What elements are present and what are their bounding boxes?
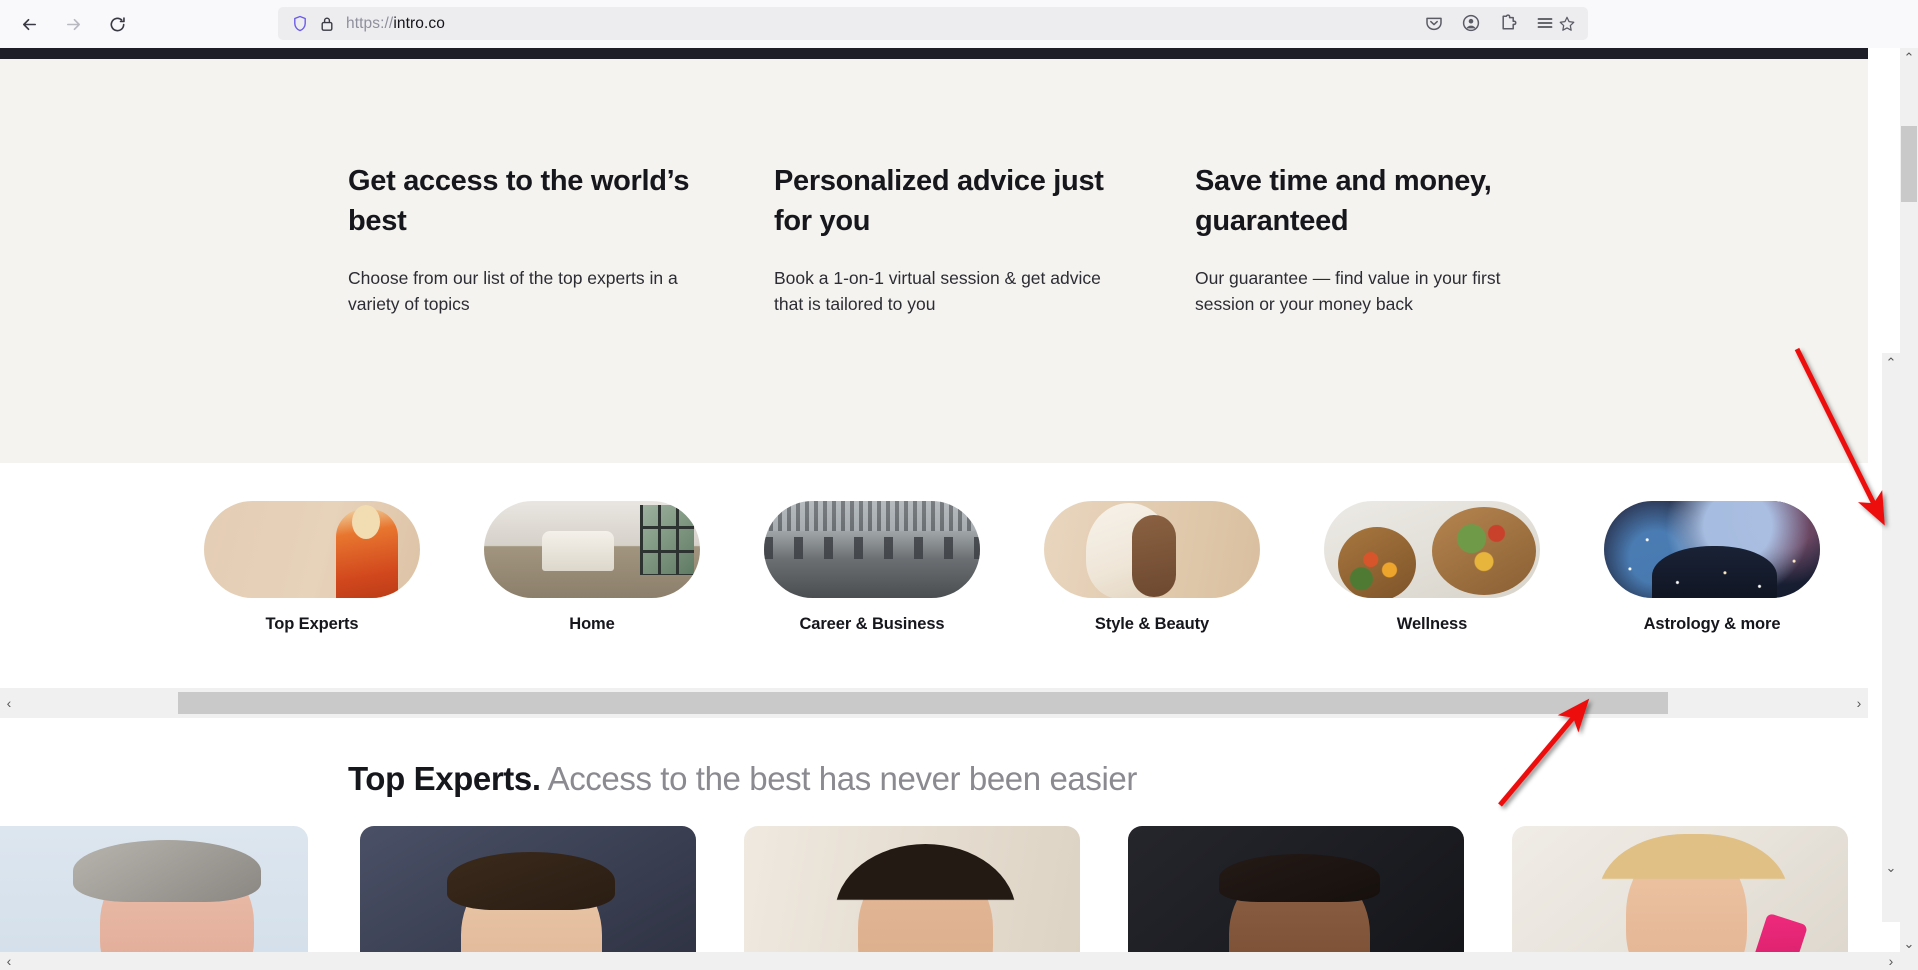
inner-vertical-scrollbar[interactable]: ⌃ ⌄ [1882, 353, 1900, 922]
inner-scroll-down-arrow-icon[interactable]: ⌄ [1882, 858, 1900, 876]
category-label: Wellness [1396, 615, 1468, 633]
category-carousel[interactable]: Top Experts Home Career & Business Style… [0, 501, 1868, 681]
page-horizontal-scrollbar[interactable]: ‹ › [0, 952, 1918, 970]
category-image-style [1044, 501, 1260, 598]
inner-scroll-up-arrow-icon[interactable]: ⌃ [1882, 353, 1900, 371]
expert-card[interactable] [744, 826, 1080, 970]
arrow-left-icon [22, 18, 36, 30]
url-scheme: https:// [346, 14, 394, 32]
category-label: Home [569, 615, 615, 633]
heading-strong: Top Experts. [348, 760, 541, 797]
category-label: Style & Beauty [1094, 615, 1210, 633]
category-image-wellness [1324, 501, 1540, 598]
back-button[interactable] [12, 7, 46, 41]
browser-toolbar: https://intro.co [0, 0, 1918, 48]
value-prop-title: Save time and money, guaranteed [1195, 165, 1492, 237]
value-prop-title: Personalized advice just for you [774, 165, 1104, 237]
carousel-horizontal-scrollbar[interactable]: ‹ › [0, 688, 1868, 718]
category-item-style-beauty[interactable]: Style & Beauty [1044, 501, 1260, 634]
lock-icon[interactable] [320, 16, 334, 32]
category-thumbnail[interactable] [484, 501, 700, 598]
value-prop-2: Save time and money, guaranteed Our guar… [1195, 161, 1535, 317]
category-thumbnail[interactable] [1044, 501, 1260, 598]
category-item-career-business[interactable]: Career & Business [764, 501, 980, 634]
category-item-top-experts[interactable]: Top Experts [204, 501, 420, 634]
category-image-astrology [1604, 501, 1820, 598]
arrow-right-icon [66, 18, 80, 30]
value-prop-desc: Choose from our list of the top experts … [348, 268, 678, 314]
address-bar[interactable]: https://intro.co [278, 7, 1588, 40]
site-top-bar [0, 48, 1868, 59]
category-item-home[interactable]: Home [484, 501, 700, 634]
page-scroll-left-arrow-icon[interactable]: ‹ [0, 952, 18, 970]
expert-card[interactable] [360, 826, 696, 970]
category-item-astrology[interactable]: Astrology & more [1604, 501, 1820, 634]
scroll-left-arrow-icon[interactable]: ‹ [0, 688, 18, 718]
url-text: https://intro.co [346, 15, 445, 33]
category-carousel-section: Top Experts Home Career & Business Style… [0, 463, 1868, 718]
scroll-right-arrow-icon[interactable]: › [1850, 688, 1868, 718]
expert-photo [1512, 826, 1848, 970]
url-host: intro.co [393, 14, 445, 32]
top-experts-section: Top Experts. Access to the best has neve… [0, 718, 1868, 970]
category-label: Top Experts [265, 615, 359, 633]
reload-button[interactable] [100, 7, 134, 41]
category-thumbnail[interactable] [204, 501, 420, 598]
category-image-top-experts [204, 501, 420, 598]
expert-card[interactable] [1512, 826, 1848, 970]
page-vertical-scrollbar[interactable]: ⌃ ⌄ [1900, 48, 1918, 970]
expert-card-list [0, 826, 1868, 970]
page-scroll-right-arrow-icon[interactable]: › [1882, 952, 1900, 970]
value-prop-1: Personalized advice just for you Book a … [774, 161, 1114, 317]
value-prop-desc: Our guarantee — find value in your first… [1195, 268, 1501, 314]
page-scroll-up-arrow-icon[interactable]: ⌃ [1900, 48, 1918, 66]
heading-muted: Access to the best has never been easier [547, 760, 1138, 797]
expert-photo [360, 826, 696, 970]
extensions-icon[interactable] [1492, 7, 1524, 39]
section-heading: Top Experts. Access to the best has neve… [348, 760, 1137, 798]
scrollbar-corner [1900, 952, 1918, 970]
page-scroll-down-arrow-icon[interactable]: ⌄ [1900, 934, 1918, 952]
category-label: Career & Business [799, 615, 945, 633]
account-icon[interactable] [1455, 7, 1487, 39]
category-thumbnail[interactable] [764, 501, 980, 598]
category-image-career [764, 501, 980, 598]
page-viewport: Get access to the world’s best Choose fr… [0, 48, 1918, 970]
expert-card[interactable] [1128, 826, 1464, 970]
value-prop-0: Get access to the world’s best Choose fr… [348, 161, 698, 317]
value-prop-desc: Book a 1-on-1 virtual session & get advi… [774, 268, 1101, 314]
category-image-home [484, 501, 700, 598]
value-prop-title: Get access to the world’s best [348, 165, 690, 237]
category-label: Astrology & more [1643, 615, 1781, 633]
category-thumbnail[interactable] [1604, 501, 1820, 598]
shield-icon[interactable] [292, 15, 308, 32]
value-props-section: Get access to the world’s best Choose fr… [0, 59, 1868, 463]
hamburger-menu-icon[interactable] [1529, 7, 1561, 39]
forward-button[interactable] [56, 7, 90, 41]
expert-photo [0, 826, 308, 970]
carousel-scrollbar-thumb[interactable] [178, 692, 1668, 714]
category-item-wellness[interactable]: Wellness [1324, 501, 1540, 634]
expert-photo [1128, 826, 1464, 970]
expert-card[interactable] [0, 826, 308, 970]
category-thumbnail[interactable] [1324, 501, 1540, 598]
pocket-icon[interactable] [1418, 7, 1450, 39]
expert-photo [744, 826, 1080, 970]
page-vertical-scrollbar-thumb[interactable] [1901, 126, 1917, 202]
reload-icon [110, 16, 125, 31]
